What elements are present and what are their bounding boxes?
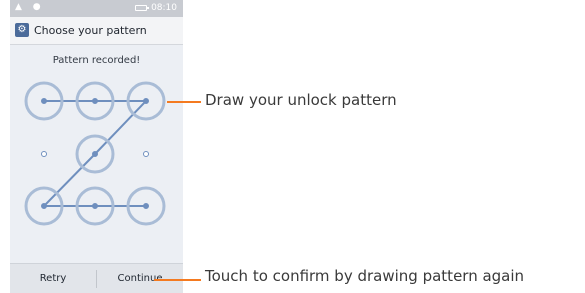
pattern-node-dot[interactable]	[41, 151, 47, 157]
callout-line-draw	[167, 101, 201, 103]
pattern-node-dot[interactable]	[143, 151, 149, 157]
pattern-node-dot[interactable]	[143, 203, 149, 209]
pattern-grid[interactable]	[10, 0, 183, 263]
bottom-button-bar: Retry Continue	[10, 263, 183, 293]
pattern-node-dot[interactable]	[92, 203, 98, 209]
callout-confirm-text: Touch to confirm by drawing pattern agai…	[205, 267, 525, 285]
pattern-node-dot[interactable]	[41, 203, 47, 209]
callout-line-confirm	[154, 279, 201, 281]
pattern-node-dot[interactable]	[92, 98, 98, 104]
phone-screen: ▲ ● 08:10 ⚙ Choose your pattern Pattern …	[10, 0, 183, 293]
retry-button[interactable]: Retry	[10, 264, 96, 293]
pattern-node-dot[interactable]	[92, 151, 98, 157]
callout-draw-text: Draw your unlock pattern	[205, 91, 397, 109]
pattern-node-dot[interactable]	[41, 98, 47, 104]
pattern-node-dot[interactable]	[143, 98, 149, 104]
